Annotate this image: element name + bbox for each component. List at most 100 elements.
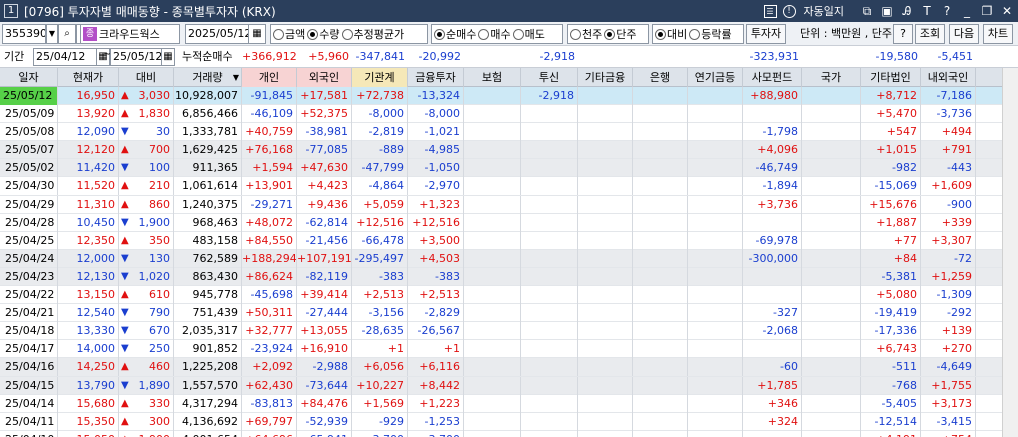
table-row[interactable]: 25/05/07 12,120 ▲ 700 1,629,425 +76,168 -77,08… [0, 141, 1018, 160]
table-row[interactable]: 25/04/1015,050▲ 1,9004,001,654+64,696-65,… [0, 430, 1018, 437]
radio-amount[interactable]: 금액 [273, 24, 305, 44]
font-icon[interactable]: Ꭿ [900, 4, 914, 19]
header-individual[interactable]: 개인 [242, 68, 297, 87]
header-pension[interactable]: 연기금등 [688, 68, 743, 87]
radio-avg-price[interactable]: 추정평균가 [341, 24, 404, 44]
table-row[interactable]: 25/05/02 11,420 ▼ 100 911,365 +1,594 +47,630 -4… [0, 159, 1018, 178]
table-row[interactable]: 25/04/11 15,350 ▲ 300 4,136,692 +69,797 -52,93… [0, 412, 1018, 431]
cell-institution: -889 [352, 141, 408, 160]
cell-government [802, 358, 861, 377]
close-icon[interactable]: ✕ [1000, 4, 1014, 18]
header-other-finance[interactable]: 기타금융 [578, 68, 633, 87]
link-icon[interactable]: ⧉ [860, 4, 874, 19]
header-change[interactable]: 대비 [119, 68, 174, 87]
header-bank[interactable]: 은행 [633, 68, 688, 87]
search-button[interactable]: 조회 [915, 24, 945, 44]
cell-other-corp: -5,381 [861, 267, 921, 286]
table-row[interactable]: 25/04/21 12,540 ▼ 790 751,439 +50,311 -27,444-… [0, 304, 1018, 323]
table-row[interactable]: 25/04/18 13,330 ▼ 670 2,035,317 +32,777 +13,05… [0, 322, 1018, 341]
table-row[interactable]: 25/05/08 12,090 ▼ 30 1,333,781 +40,759 -38,981… [0, 123, 1018, 142]
restore-icon[interactable]: ❐ [980, 4, 994, 18]
volume-sort-icon[interactable]: ▼ [233, 68, 239, 87]
cell-change: ▲ 1,900 [119, 430, 174, 437]
cell-bank [633, 286, 688, 305]
header-government[interactable]: 국가 [802, 68, 861, 87]
table-row[interactable]: 25/04/17 14,000 ▼ 250 901,852 -23,924 +16,910 +… [0, 340, 1018, 359]
cell-other-corp: -19,419 [861, 304, 921, 323]
cell-change: ▲ 330 [119, 394, 174, 413]
header-domestic-foreign[interactable]: 내외국인 [921, 68, 976, 87]
period-to-input[interactable]: 25/05/12 [110, 48, 162, 66]
table-row[interactable]: 25/05/09 13,920 ▲ 1,830 6,856,466 -46,109 +52,… [0, 105, 1018, 124]
header-insurance[interactable]: 보험 [464, 68, 521, 87]
radio-buy[interactable]: 매수 [478, 24, 511, 44]
radio-net-buy[interactable]: 순매수 [434, 24, 476, 44]
investor-button[interactable]: 투자자 [746, 24, 786, 44]
header-date[interactable]: 일자 [0, 68, 58, 87]
period-from-input[interactable]: 25/04/12 [33, 48, 97, 66]
vertical-scrollbar[interactable] [1002, 68, 1018, 437]
table-row[interactable]: 25/04/30 11,520 ▲ 210 1,061,614 +13,901 +4,423… [0, 177, 1018, 196]
summary-individual: +366,912 [242, 50, 297, 63]
radio-sell[interactable]: 매도 [512, 24, 545, 44]
cell-private-fund: -2,068 [743, 322, 802, 341]
minimize-icon[interactable]: _ [960, 4, 974, 18]
radio-thousand-shares[interactable]: 천주 [570, 24, 602, 44]
cell-date: 25/04/29 [0, 195, 58, 214]
cell-domestic-foreign: +1,609 [921, 177, 976, 196]
cell-other-corp: +6,743 [861, 340, 921, 359]
table-row[interactable]: 25/04/14 15,680 ▲ 330 4,317,294 -83,813 +84,47… [0, 394, 1018, 413]
auto-log-label[interactable]: 자동일지 [804, 3, 844, 19]
table-row[interactable]: 25/04/16 14,250 ▲ 460 1,225,208 +2,092 -2,988 +… [0, 358, 1018, 377]
cell-pension [688, 195, 743, 214]
investor-trade-grid[interactable]: 일자 현재가 대비 거래량 ▼ 개인 외국인 기관계 금융투자 보험 투신 기타금융 은행 연기금등 사모펀… [0, 68, 1018, 437]
header-private-fund[interactable]: 사모펀드 [743, 68, 802, 87]
cell-price: 13,330 [58, 322, 119, 341]
table-row[interactable]: 25/04/15 13,790 ▼ 1,890 1,557,570 +62,430 -73,… [0, 376, 1018, 395]
help-icon[interactable]: ? [940, 4, 954, 18]
cell-financial-invest: -1,253 [408, 412, 464, 431]
header-trust[interactable]: 투신 [521, 68, 578, 87]
info-icon[interactable]: ! [782, 4, 796, 18]
table-row[interactable]: 25/04/29 11,310 ▲ 860 1,240,375 -29,271 +9,436… [0, 195, 1018, 214]
cell-other-corp: +5,470 [861, 105, 921, 124]
help-button[interactable]: ? [893, 24, 913, 44]
menu-icon[interactable]: ☰ [763, 4, 777, 18]
period-to-calendar-icon[interactable]: ▦ [161, 48, 175, 66]
table-row[interactable]: 25/04/25 12,350 ▲ 350 483,158 +84,550 -21,456-… [0, 231, 1018, 250]
search-icon[interactable]: ⌕ [58, 24, 76, 44]
header-price[interactable]: 현재가 [58, 68, 119, 87]
header-institution[interactable]: 기관계 [352, 68, 408, 87]
calendar-icon[interactable]: ▦ [248, 24, 266, 44]
date-input[interactable]: 2025/05/12 [185, 24, 249, 44]
table-row[interactable]: 25/05/12 16,950 ▲ 3,030 10,928,007 -91,845 +17… [0, 87, 1018, 106]
header-financial-invest[interactable]: 금융투자 [408, 68, 464, 87]
cell-other-corp: -17,336 [861, 322, 921, 341]
table-row[interactable]: 25/04/22 13,150 ▲ 610 945,778 -45,698 +39,414 +… [0, 286, 1018, 305]
radio-quantity[interactable]: 수량 [307, 24, 340, 44]
header-foreign[interactable]: 외국인 [297, 68, 352, 87]
table-row[interactable]: 25/04/28 10,450 ▼ 1,900 968,463 +48,072 -62,81… [0, 213, 1018, 232]
code-dropdown-icon[interactable]: ▼ [46, 24, 58, 44]
next-button[interactable]: 다음 [949, 24, 979, 44]
table-row[interactable]: 25/04/24 12,000 ▼ 130 762,589 +188,294 +107,19… [0, 249, 1018, 268]
radio-change-rate[interactable]: 등락률 [689, 24, 732, 44]
chart-button[interactable]: 차트 [983, 24, 1013, 44]
table-row[interactable]: 25/04/23 12,130 ▼ 1,020 863,430 +86,624 -82,11… [0, 267, 1018, 287]
text-size-icon[interactable]: T [920, 4, 934, 18]
cell-government [802, 340, 861, 359]
cell-foreign: -73,644 [297, 376, 352, 395]
header-other-corp[interactable]: 기타법인 [861, 68, 921, 87]
cell-pension [688, 286, 743, 305]
stock-name-field[interactable]: 종 크라우드웍스 [80, 24, 180, 44]
radio-compare[interactable]: 대비 [655, 24, 687, 44]
layout-icon[interactable]: ▣ [880, 4, 894, 18]
cell-trust [521, 195, 578, 214]
cell-volume: 945,778 [174, 286, 242, 305]
stock-code-input[interactable]: 355390 [2, 24, 46, 44]
cell-bank [633, 249, 688, 268]
cell-bank [633, 304, 688, 323]
header-volume[interactable]: 거래량 ▼ [174, 68, 242, 87]
radio-single-shares[interactable]: 단주 [604, 24, 637, 44]
cell-bank [633, 358, 688, 377]
